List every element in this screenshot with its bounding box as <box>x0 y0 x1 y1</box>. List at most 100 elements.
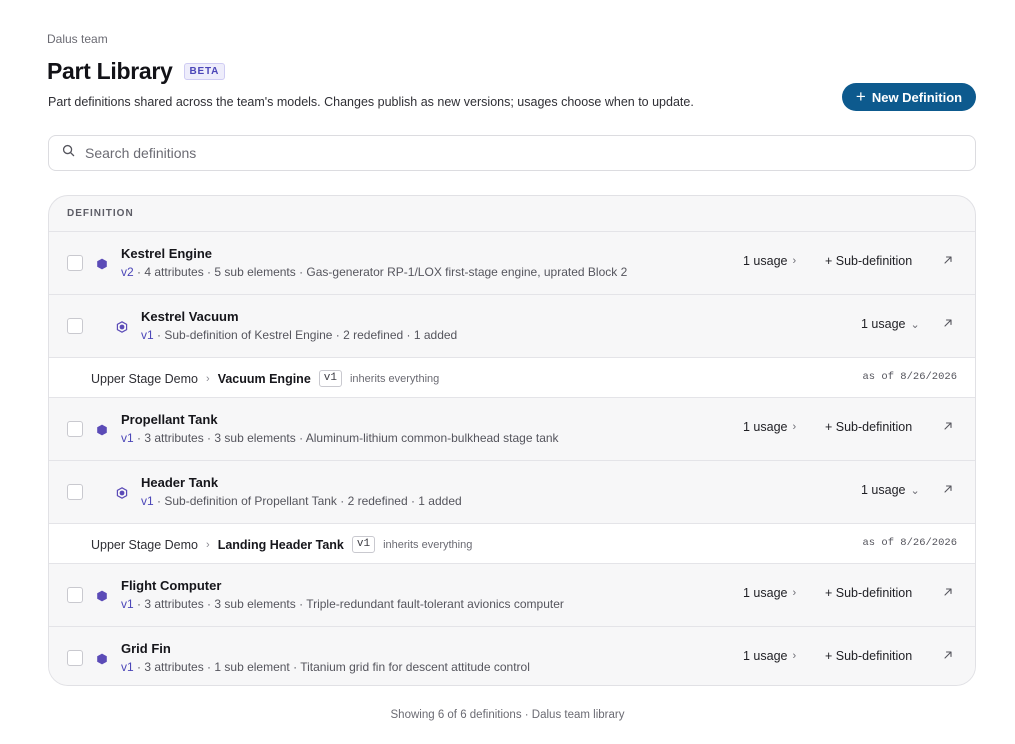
new-definition-button[interactable]: + New Definition <box>842 83 976 111</box>
version-tag: v1 <box>351 536 376 553</box>
as-of-date: as of 8/26/2026 <box>862 371 957 383</box>
definition-meta: v1 · Sub-definition of Propellant Tank ·… <box>141 494 462 508</box>
inherit-note: inherits everything <box>383 538 473 551</box>
title-row: Part Library BETA <box>47 58 226 85</box>
page-subtitle: Part definitions shared across the team'… <box>48 95 694 109</box>
meta-text: · 3 attributes · 3 sub elements · Triple… <box>133 597 564 611</box>
version-label: v1 <box>141 328 154 342</box>
chevron-right-icon: › <box>792 587 797 599</box>
definition-meta: v1 · 3 attributes · 3 sub elements · Tri… <box>121 597 564 611</box>
row-checkbox[interactable] <box>67 484 83 500</box>
row-checkbox[interactable] <box>67 421 83 437</box>
version-label: v1 <box>141 494 154 508</box>
plus-icon: + <box>855 86 866 106</box>
arrow-up-right-icon[interactable] <box>940 647 956 663</box>
row-checkbox[interactable] <box>67 587 83 603</box>
chevron-right-icon: › <box>792 421 797 433</box>
add-sub-definition-button[interactable]: + Sub-definition <box>825 649 912 663</box>
meta-text: · Sub-definition of Kestrel Engine · 2 r… <box>153 328 458 342</box>
usage-count: 1 usage <box>861 317 906 331</box>
row-checkbox[interactable] <box>67 318 83 334</box>
definition-name[interactable]: Kestrel Engine <box>121 246 212 261</box>
definition-name[interactable]: Grid Fin <box>121 641 171 656</box>
chevron-right-icon: › <box>792 255 797 267</box>
search-icon <box>62 144 75 162</box>
chevron-down-icon: ⌄ <box>910 318 920 331</box>
meta-text: · 3 attributes · 1 sub element · Titaniu… <box>133 660 530 674</box>
version-label: v1 <box>121 431 134 445</box>
definition-row[interactable]: Grid Fin v1 · 3 attributes · 1 sub elemen… <box>49 627 975 685</box>
table-body: Kestrel Engine v2 · 4 attributes · 5 sub … <box>49 232 975 685</box>
definition-name[interactable]: Header Tank <box>141 475 218 490</box>
table-header: DEFINITION <box>49 196 975 232</box>
chevron-down-icon: ⌄ <box>910 484 920 497</box>
chevron-right-icon: › <box>206 372 210 385</box>
usage-button[interactable]: 1 usage › <box>743 586 796 600</box>
hexagon-outline-icon <box>116 320 128 338</box>
definitions-table: DEFINITION Kestrel Engine v2 · 4 attribut… <box>48 195 976 686</box>
usage-part[interactable]: Landing Header Tank <box>218 538 344 552</box>
arrow-up-right-icon[interactable] <box>940 252 956 268</box>
meta-text: · 4 attributes · 5 sub elements · Gas-ge… <box>133 265 628 279</box>
arrow-up-right-icon[interactable] <box>940 481 956 497</box>
row-checkbox[interactable] <box>67 255 83 271</box>
meta-text: · 3 attributes · 3 sub elements · Alumin… <box>133 431 559 445</box>
inherit-note: inherits everything <box>349 372 440 385</box>
hexagon-outline-icon <box>116 486 128 504</box>
usage-button[interactable]: 1 usage › <box>743 420 796 434</box>
arrow-up-right-icon[interactable] <box>940 315 956 331</box>
version-tag: v1 <box>318 370 342 387</box>
hexagon-icon <box>96 652 108 670</box>
usage-row[interactable]: Upper Stage Demo › Landing Header Tank v1 in… <box>49 524 975 564</box>
definition-row[interactable]: Kestrel Engine v2 · 4 attributes · 5 sub … <box>49 232 975 295</box>
arrow-up-right-icon[interactable] <box>940 584 956 600</box>
search-box[interactable] <box>48 135 976 171</box>
definition-name[interactable]: Flight Computer <box>121 578 221 593</box>
definition-meta: v2 · 4 attributes · 5 sub elements · Gas… <box>121 265 627 279</box>
definition-row[interactable]: Flight Computer v1 · 3 attributes · 3 sub… <box>49 564 975 627</box>
row-checkbox[interactable] <box>67 650 83 666</box>
definition-row[interactable]: Propellant Tank v1 · 3 attributes · 3 sub… <box>49 398 975 461</box>
usage-part[interactable]: Vacuum Engine <box>218 372 311 386</box>
meta-text: · Sub-definition of Propellant Tank · 2 … <box>153 494 462 508</box>
page-title: Part Library <box>47 58 173 84</box>
usage-count: 1 usage <box>743 254 788 268</box>
hexagon-icon <box>96 257 108 275</box>
version-label: v1 <box>121 660 134 674</box>
usage-button[interactable]: 1 usage › <box>743 254 796 268</box>
add-sub-definition-button[interactable]: + Sub-definition <box>825 254 912 268</box>
table-footer: Showing 6 of 6 definitions · Dalus team … <box>390 709 625 721</box>
version-label: v2 <box>121 265 134 279</box>
definition-name[interactable]: Propellant Tank <box>121 412 218 427</box>
usage-path: Upper Stage Demo › Vacuum Engine v1 inherits… <box>91 370 439 387</box>
definition-meta: v1 · 3 attributes · 1 sub element · Tita… <box>121 660 530 674</box>
definition-meta: v1 · 3 attributes · 3 sub elements · Alu… <box>121 431 559 445</box>
breadcrumb: Dalus team <box>47 32 108 46</box>
new-definition-label: New Definition <box>871 89 963 105</box>
definition-meta: v1 · Sub-definition of Kestrel Engine · … <box>141 328 457 342</box>
add-sub-definition-button[interactable]: + Sub-definition <box>825 420 912 434</box>
usage-model[interactable]: Upper Stage Demo <box>91 538 198 552</box>
version-label: v1 <box>121 597 134 611</box>
sub-definition-row[interactable]: Header Tank v1 · Sub-definition of Propel… <box>49 461 975 524</box>
hexagon-icon <box>96 589 108 607</box>
usage-button[interactable]: 1 usage ⌄ <box>861 483 920 497</box>
definition-name[interactable]: Kestrel Vacuum <box>141 309 239 324</box>
usage-count: 1 usage <box>743 420 788 434</box>
usage-model[interactable]: Upper Stage Demo <box>91 372 198 386</box>
arrow-up-right-icon[interactable] <box>940 418 956 434</box>
chevron-right-icon: › <box>206 538 210 551</box>
as-of-date: as of 8/26/2026 <box>862 537 957 549</box>
usage-row[interactable]: Upper Stage Demo › Vacuum Engine v1 inherits… <box>49 358 975 398</box>
usage-button[interactable]: 1 usage › <box>743 649 796 663</box>
add-sub-definition-button[interactable]: + Sub-definition <box>825 586 912 600</box>
usage-path: Upper Stage Demo › Landing Header Tank v1 in… <box>91 536 472 553</box>
usage-button[interactable]: 1 usage ⌄ <box>861 317 920 331</box>
usage-count: 1 usage <box>743 649 788 663</box>
sub-definition-row[interactable]: Kestrel Vacuum v1 · Sub-definition of Kes… <box>49 295 975 358</box>
beta-badge: BETA <box>183 63 226 80</box>
usage-count: 1 usage <box>743 586 788 600</box>
chevron-right-icon: › <box>792 650 797 662</box>
search-input[interactable] <box>85 145 945 161</box>
usage-count: 1 usage <box>861 483 906 497</box>
